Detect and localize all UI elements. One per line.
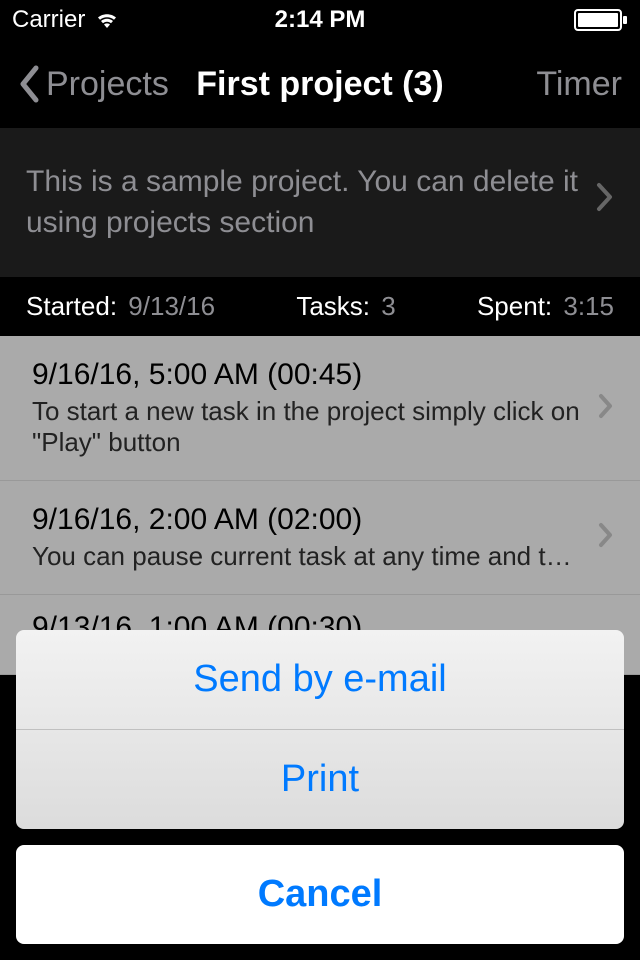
cancel-sheet: Cancel	[16, 845, 624, 944]
action-sheet-overlay: Send by e-mail Print Cancel	[0, 0, 640, 960]
cancel-button[interactable]: Cancel	[16, 845, 624, 944]
send-email-button[interactable]: Send by e-mail	[16, 630, 624, 730]
print-button[interactable]: Print	[16, 730, 624, 829]
action-sheet: Send by e-mail Print	[16, 630, 624, 829]
